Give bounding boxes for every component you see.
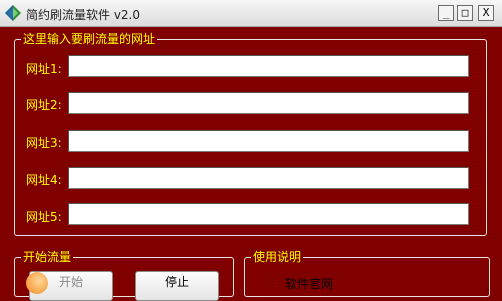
- url-group-legend: 这里输入要刷流量的网址: [21, 31, 158, 47]
- help-text: 软件官网: [285, 277, 334, 291]
- url-label-4: 网址4:: [26, 173, 62, 187]
- url-input-5[interactable]: [68, 203, 469, 225]
- stop-button-label: 停止: [164, 275, 189, 289]
- url-label-5: 网址5:: [26, 210, 62, 224]
- start-button-label: 开始: [58, 275, 83, 289]
- stop-button[interactable]: 停止: [135, 271, 219, 301]
- minimize-button[interactable]: _: [438, 5, 454, 21]
- start-icon: [26, 272, 48, 294]
- start-group-legend: 开始流量: [21, 249, 74, 265]
- close-button[interactable]: X: [478, 5, 494, 21]
- url-label-2: 网址2:: [26, 98, 62, 112]
- url-label-3: 网址3:: [26, 136, 62, 150]
- url-input-4[interactable]: [68, 167, 469, 189]
- app-logo-icon: [5, 5, 21, 21]
- maximize-button[interactable]: □: [457, 5, 473, 21]
- start-group: 开始流量 开始 停止: [14, 249, 234, 301]
- url-input-2[interactable]: [68, 92, 469, 114]
- url-input-1[interactable]: [68, 55, 469, 77]
- window-title: 简约刷流量软件 v2.0: [26, 8, 141, 22]
- start-button[interactable]: 开始: [26, 271, 113, 301]
- url-group: 这里输入要刷流量的网址 网址1: 网址2: 网址3: 网址4: 网址5:: [14, 31, 487, 236]
- url-input-3[interactable]: [68, 130, 469, 152]
- url-label-1: 网址1:: [26, 62, 62, 76]
- title-bar: 简约刷流量软件 v2.0 _ □ X: [0, 0, 502, 27]
- help-group-legend: 使用说明: [251, 249, 304, 265]
- help-group: 使用说明 软件官网: [244, 249, 490, 297]
